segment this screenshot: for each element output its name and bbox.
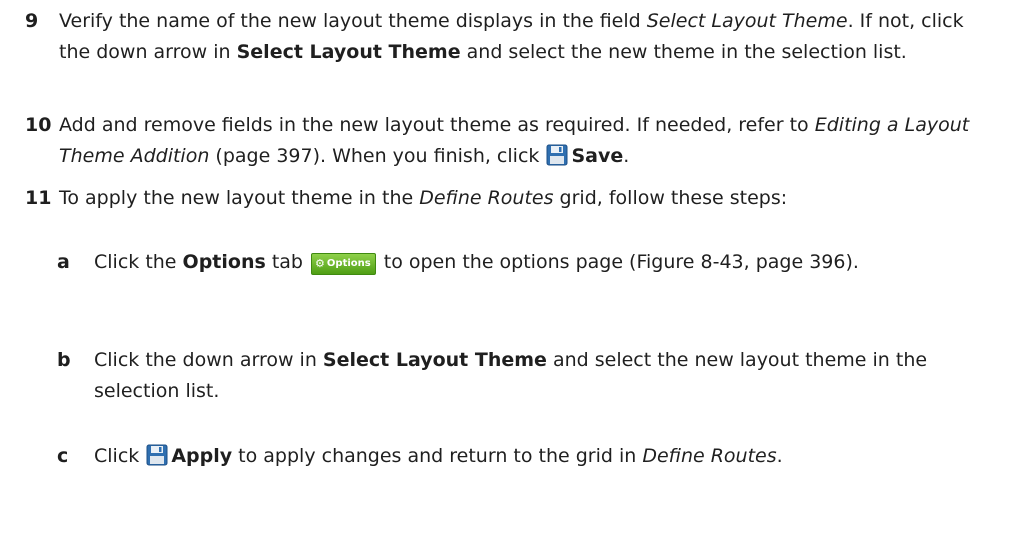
options-tab-image: ⚙ Options (311, 252, 376, 275)
step-text-part: grid, follow these steps: (553, 187, 788, 209)
step-text-part: to apply changes and return to the grid … (232, 445, 643, 467)
step-text-part: . (623, 145, 630, 167)
apply-icon (146, 444, 168, 466)
step-text-part: to open the options page (Figure 8-43, p… (377, 251, 859, 273)
step-number: 9 (25, 10, 39, 32)
step-text-part: Add and remove fields in the new layout … (59, 114, 815, 136)
step-text-part: Click the (94, 251, 183, 273)
save-label: Save (571, 145, 624, 167)
substep-a: a Click the Options tab ⚙ Options to open… (57, 247, 987, 278)
step-number: 11 (25, 187, 52, 209)
step-text-part: To apply the new layout theme in the (59, 187, 420, 209)
step-text-part: and select the new theme in the selectio… (460, 41, 907, 63)
step-text: Verify the name of the new layout theme … (59, 6, 985, 68)
screen-name-define-routes: Define Routes (419, 187, 554, 209)
substep-c: c Click Apply to apply changes and retur… (57, 441, 987, 472)
step-text-part: Click (94, 445, 146, 467)
step-text-part: (page 397). When you finish, click (209, 145, 546, 167)
step-text-part: . (776, 445, 783, 467)
substep-letter: a (57, 251, 70, 273)
step-11: 11 To apply the new layout theme in the … (25, 183, 985, 214)
options-label: Options (182, 251, 266, 273)
step-text: Add and remove fields in the new layout … (59, 110, 985, 172)
substep-b: b Click the down arrow in Select Layout … (57, 345, 987, 407)
substep-text: Click the down arrow in Select Layout Th… (94, 345, 987, 407)
step-text-part: tab (265, 251, 310, 273)
step-10: 10 Add and remove fields in the new layo… (25, 110, 985, 172)
save-icon (546, 144, 568, 166)
gear-icon: ⚙ (315, 257, 325, 270)
apply-label: Apply (171, 445, 233, 467)
substep-text: Click the Options tab ⚙ Options to open t… (94, 247, 987, 278)
step-number: 10 (25, 114, 52, 136)
step-text: To apply the new layout theme in the Def… (59, 183, 985, 214)
step-9: 9 Verify the name of the new layout them… (25, 6, 985, 68)
field-name-select-layout-theme: Select Layout Theme (322, 349, 547, 371)
substep-text: Click Apply to apply changes and return … (94, 441, 987, 472)
step-text-part: Verify the name of the new layout theme … (59, 10, 647, 32)
field-name-select-layout-theme: Select Layout Theme (236, 41, 461, 63)
step-text-part: Click the down arrow in (94, 349, 323, 371)
substep-letter: c (57, 445, 69, 467)
substep-letter: b (57, 349, 71, 371)
screen-name-define-routes: Define Routes (642, 445, 777, 467)
options-tab-label: Options (326, 258, 371, 269)
field-name-select-layout-theme: Select Layout Theme (646, 10, 848, 32)
